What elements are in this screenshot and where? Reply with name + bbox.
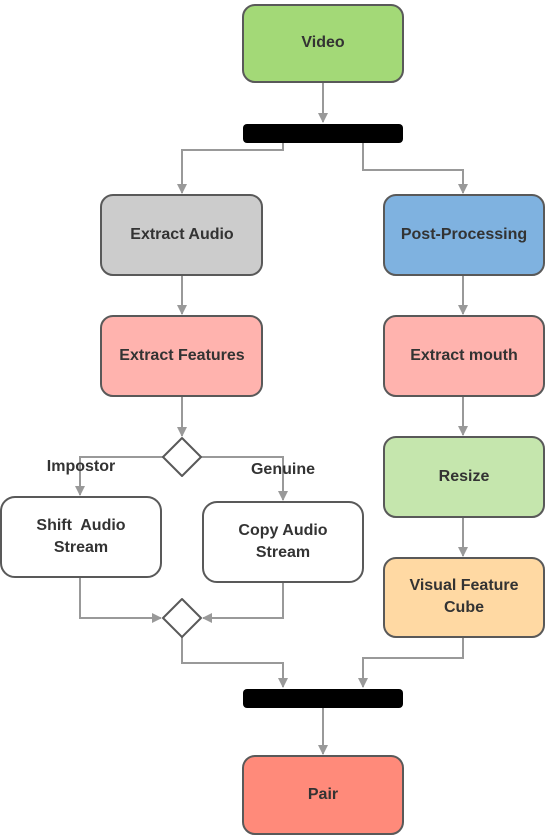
edge-cube-join [358,637,464,688]
node-label: Post-Processing [401,226,527,243]
node-copy-audio-stream: Copy Audio Stream [202,501,364,583]
node-extract-audio: Extract Audio [100,194,263,276]
edge-fork-extract-audio [177,143,284,194]
edge-label-genuine: Genuine [251,461,315,478]
flowchart: Video Extract Audio Post-Processing Extr… [0,4,545,835]
node-video: Video [242,4,404,83]
node-label-line2: Stream [256,544,310,561]
merge-diamond [162,598,202,638]
node-pair: Pair [242,755,404,835]
node-label-line2: Cube [444,599,484,616]
node-resize: Resize [383,436,545,518]
node-label: Video [301,34,345,51]
node-label-line1: Shift Audio [36,517,125,534]
node-visual-feature-cube: Visual Feature Cube [383,557,545,638]
node-label: Extract Features [119,347,244,364]
node-label-line1: Copy Audio [238,522,327,539]
join-bar [243,689,403,708]
node-shift-audio-stream: Shift Audio Stream [0,496,162,578]
node-extract-mouth: Extract mouth [383,315,545,397]
node-label: Extract Audio [130,226,234,243]
node-label-line1: Visual Feature [409,577,518,594]
edge-copy-merge [202,582,284,623]
node-label: Extract mouth [410,347,518,364]
edge-merge-join [181,637,288,688]
node-label: Resize [439,468,490,485]
edge-shift-merge [79,577,162,623]
node-extract-features: Extract Features [100,315,263,397]
node-post-processing: Post-Processing [383,194,545,276]
decision-diamond [162,437,202,477]
node-label: Pair [308,786,338,803]
edge-label-impostor: Impostor [47,458,115,475]
edge-fork-post-processing [362,143,468,194]
fork-bar [243,124,403,143]
edges [75,82,468,755]
node-label-line2: Stream [54,539,108,556]
